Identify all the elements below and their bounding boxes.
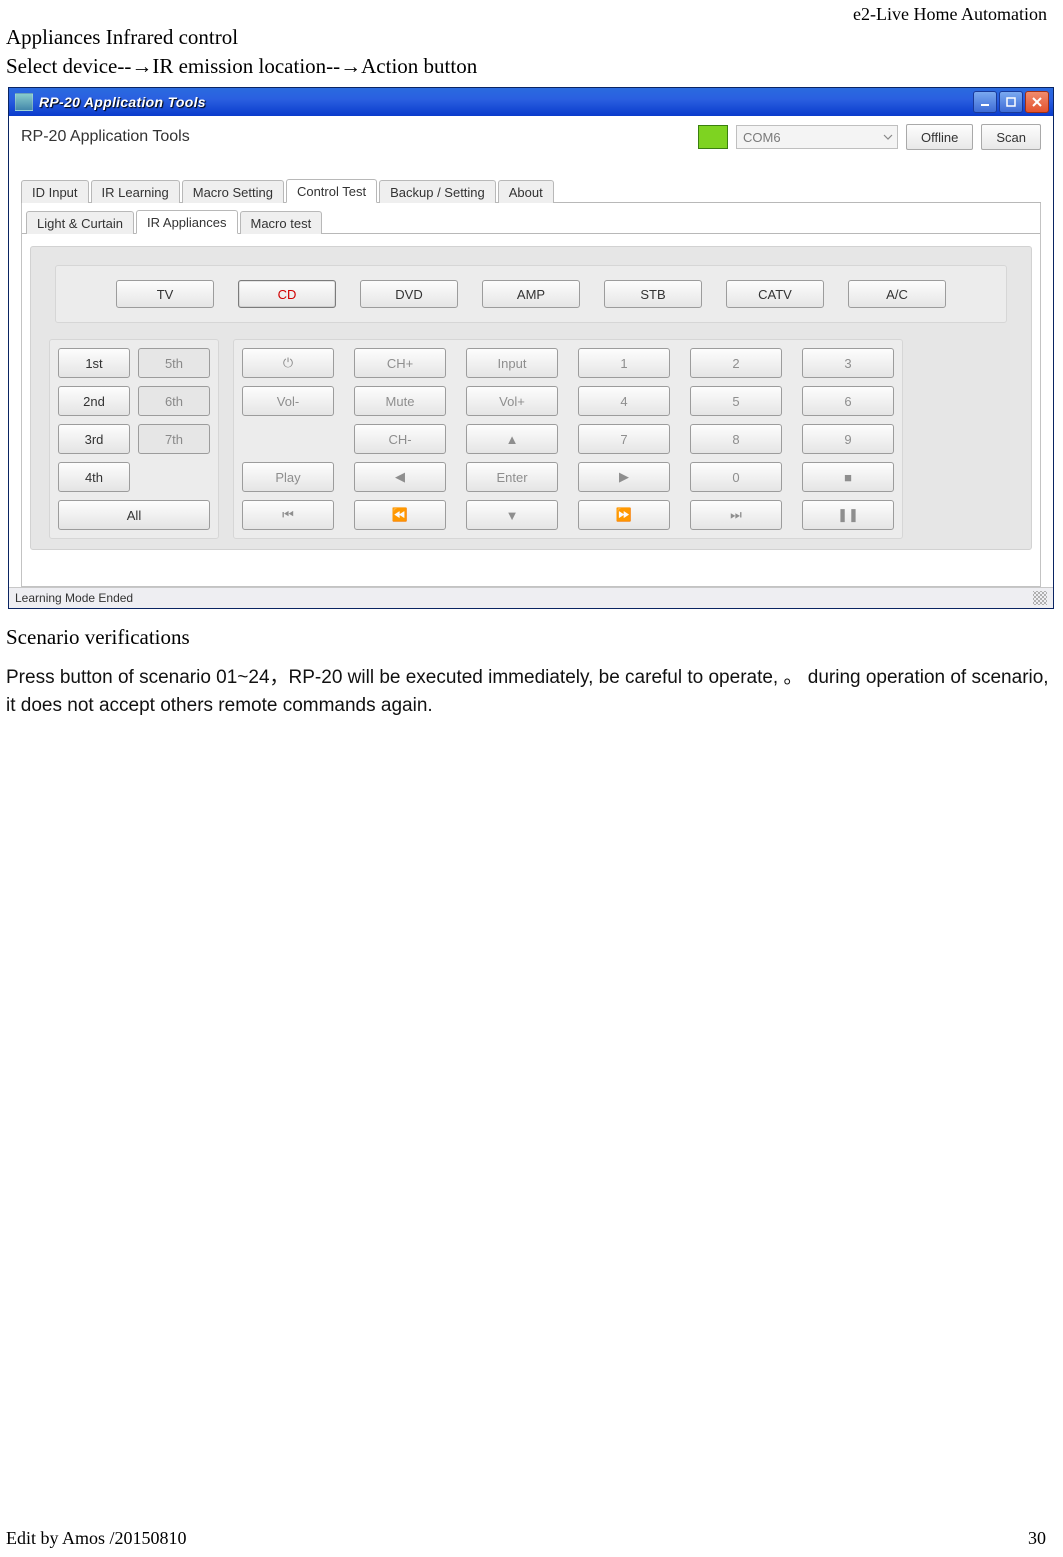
- btn-skip-forward[interactable]: ⏭: [690, 500, 782, 530]
- btn-vol-down[interactable]: Vol-: [242, 386, 334, 416]
- com-port-value: COM6: [743, 130, 781, 145]
- tab-macro-setting[interactable]: Macro Setting: [182, 180, 284, 203]
- maximize-button[interactable]: [999, 91, 1023, 113]
- skip-back-icon: ⏮: [282, 507, 294, 523]
- tab-control-test[interactable]: Control Test: [286, 179, 377, 203]
- device-tv[interactable]: TV: [116, 280, 214, 308]
- footer-left: Edit by Amos /20150810: [6, 1528, 187, 1549]
- loc-2nd[interactable]: 2nd: [58, 386, 130, 416]
- btn-ch-down[interactable]: CH-: [354, 424, 446, 454]
- triangle-right-icon: ▶: [619, 469, 629, 485]
- doc-header-right: e2-Live Home Automation: [6, 0, 1057, 25]
- sub-tabs: Light & Curtain IR Appliances Macro test: [22, 203, 1040, 234]
- subtab-macro-test[interactable]: Macro test: [240, 211, 323, 234]
- subtab-ir-appliances[interactable]: IR Appliances: [136, 210, 238, 234]
- subtab-light-curtain[interactable]: Light & Curtain: [26, 211, 134, 234]
- chevron-down-icon: [883, 132, 893, 142]
- btn-ch-up[interactable]: CH+: [354, 348, 446, 378]
- btn-stop[interactable]: ■: [802, 462, 894, 492]
- status-swatch: [698, 125, 728, 149]
- tab-id-input[interactable]: ID Input: [21, 180, 89, 203]
- window-title: RP-20 Application Tools: [39, 94, 206, 110]
- btn-2[interactable]: 2: [690, 348, 782, 378]
- btn-left[interactable]: ◀: [354, 462, 446, 492]
- device-row: TV CD DVD AMP STB CATV A/C: [55, 265, 1007, 323]
- skip-forward-icon: ⏭: [730, 507, 742, 523]
- scan-button[interactable]: Scan: [981, 124, 1041, 150]
- device-catv[interactable]: CATV: [726, 280, 824, 308]
- btn-5[interactable]: 5: [690, 386, 782, 416]
- tab-backup-setting[interactable]: Backup / Setting: [379, 180, 496, 203]
- btn-enter[interactable]: Enter: [466, 462, 558, 492]
- btn-power[interactable]: ⏻: [242, 348, 334, 378]
- app-label: RP-20 Application Tools: [21, 128, 190, 146]
- device-cd[interactable]: CD: [238, 280, 336, 308]
- loc-4th[interactable]: 4th: [58, 462, 130, 492]
- app-window: RP-20 Application Tools RP-20 Applicatio…: [8, 87, 1054, 609]
- triangle-down-icon: ▼: [506, 508, 519, 523]
- tab-ir-learning[interactable]: IR Learning: [91, 180, 180, 203]
- minimize-button[interactable]: [973, 91, 997, 113]
- btn-skip-back[interactable]: ⏮: [242, 500, 334, 530]
- btn-0[interactable]: 0: [690, 462, 782, 492]
- btn-1[interactable]: 1: [578, 348, 670, 378]
- footer-page-number: 30: [1028, 1528, 1046, 1549]
- stop-icon: ■: [844, 470, 852, 485]
- section-heading-1: Appliances Infrared control: [6, 25, 1057, 50]
- btn-8[interactable]: 8: [690, 424, 782, 454]
- titlebar[interactable]: RP-20 Application Tools: [9, 88, 1053, 116]
- btn-pause[interactable]: ❚❚: [802, 500, 894, 530]
- triangle-left-icon: ◀: [395, 469, 405, 485]
- triangle-up-icon: ▲: [506, 432, 519, 447]
- btn-fast-forward[interactable]: ⏩: [578, 500, 670, 530]
- btn-right[interactable]: ▶: [578, 462, 670, 492]
- flow-text: Select device--→IR emission location--→A…: [6, 54, 1057, 79]
- device-dvd[interactable]: DVD: [360, 280, 458, 308]
- loc-6th[interactable]: 6th: [138, 386, 210, 416]
- app-icon: [15, 93, 33, 111]
- resize-gripper-icon[interactable]: [1033, 591, 1047, 605]
- location-box: 1st 5th 2nd 6th 3rd 7th 4th All: [49, 339, 219, 539]
- tab-about[interactable]: About: [498, 180, 554, 203]
- pause-icon: ❚❚: [837, 507, 859, 523]
- rewind-icon: ⏪: [392, 507, 408, 523]
- tab-panel: Light & Curtain IR Appliances Macro test…: [21, 203, 1041, 587]
- control-area: TV CD DVD AMP STB CATV A/C 1st 5th 2nd: [30, 246, 1032, 550]
- loc-1st[interactable]: 1st: [58, 348, 130, 378]
- btn-up[interactable]: ▲: [466, 424, 558, 454]
- btn-4[interactable]: 4: [578, 386, 670, 416]
- btn-7[interactable]: 7: [578, 424, 670, 454]
- status-bar: Learning Mode Ended: [9, 587, 1053, 608]
- blank-cell: [242, 424, 334, 454]
- main-tabs: ID Input IR Learning Macro Setting Contr…: [21, 178, 1041, 203]
- device-ac[interactable]: A/C: [848, 280, 946, 308]
- btn-vol-up[interactable]: Vol+: [466, 386, 558, 416]
- btn-down[interactable]: ▼: [466, 500, 558, 530]
- btn-9[interactable]: 9: [802, 424, 894, 454]
- paragraph: Press button of scenario 01~24，RP-20 wil…: [6, 664, 1057, 719]
- close-button[interactable]: [1025, 91, 1049, 113]
- loc-all[interactable]: All: [58, 500, 210, 530]
- btn-input[interactable]: Input: [466, 348, 558, 378]
- section-heading-2: Scenario verifications: [6, 625, 1057, 650]
- btn-6[interactable]: 6: [802, 386, 894, 416]
- btn-mute[interactable]: Mute: [354, 386, 446, 416]
- device-amp[interactable]: AMP: [482, 280, 580, 308]
- loc-3rd[interactable]: 3rd: [58, 424, 130, 454]
- btn-play[interactable]: Play: [242, 462, 334, 492]
- device-stb[interactable]: STB: [604, 280, 702, 308]
- loc-5th[interactable]: 5th: [138, 348, 210, 378]
- com-port-combo[interactable]: COM6: [736, 125, 898, 149]
- loc-7th[interactable]: 7th: [138, 424, 210, 454]
- remote-grid: ⏻ CH+ Input 1 2 3 Vol- Mute Vol+ 4 5 6: [233, 339, 903, 539]
- btn-rewind[interactable]: ⏪: [354, 500, 446, 530]
- power-icon: ⏻: [283, 355, 293, 371]
- status-text: Learning Mode Ended: [15, 591, 133, 605]
- btn-3[interactable]: 3: [802, 348, 894, 378]
- fast-forward-icon: ⏩: [616, 507, 632, 523]
- offline-button[interactable]: Offline: [906, 124, 973, 150]
